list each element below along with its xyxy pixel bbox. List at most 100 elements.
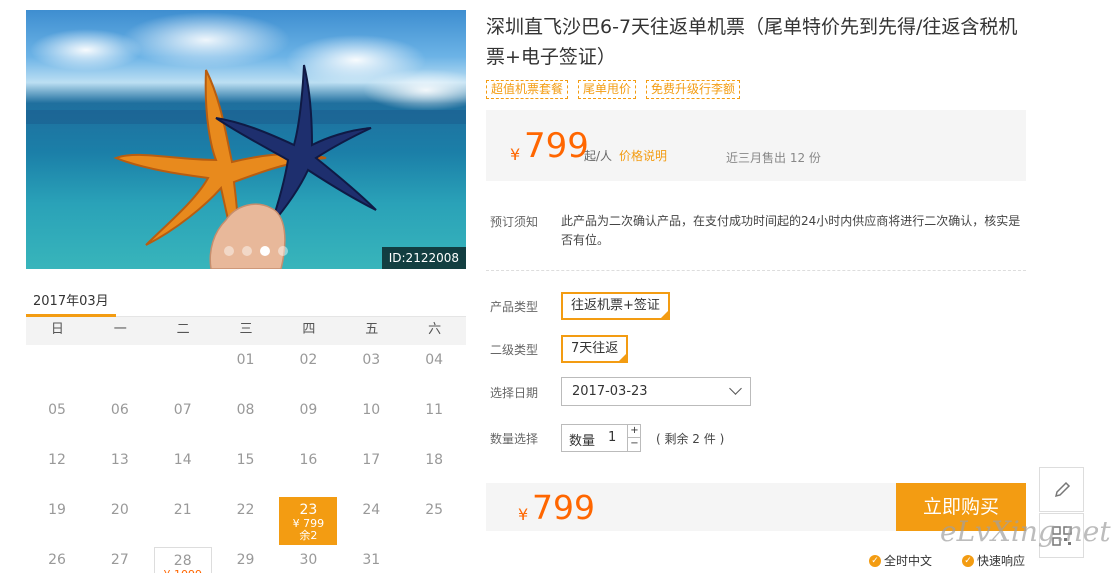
calendar-day[interactable]: 13 xyxy=(89,445,151,495)
calendar-day[interactable]: 08 xyxy=(215,395,277,445)
calendar-weekday-header: 日一二三四五六 xyxy=(26,317,466,345)
day-number: 01 xyxy=(236,352,255,368)
calendar-day[interactable]: 03 xyxy=(340,345,402,395)
subtype-option[interactable]: 7天往返 xyxy=(561,335,629,363)
product-tag: 尾单甩价 xyxy=(578,80,637,99)
stock-remaining: ( 剩余 2 件 ) xyxy=(656,432,725,446)
day-number: 30 xyxy=(299,552,318,568)
day-number: 07 xyxy=(173,402,192,418)
product-type-label: 产品类型 xyxy=(490,300,539,314)
price-box: ¥ 799 起/人 价格说明 近三月售出 12 份 xyxy=(486,110,1026,181)
starfish-illustration xyxy=(26,64,466,269)
calendar-day[interactable]: 15 xyxy=(215,445,277,495)
quantity-plus-button[interactable]: + xyxy=(627,425,641,438)
calendar-day-selected[interactable]: 23 ¥ 799 余2 xyxy=(279,497,338,545)
day-number: 10 xyxy=(362,402,381,418)
day-number: 11 xyxy=(425,402,444,418)
carousel-dot-active[interactable] xyxy=(260,246,270,256)
day-number: 17 xyxy=(362,452,381,468)
calendar-day[interactable]: 29 xyxy=(215,545,277,573)
day-number: 06 xyxy=(110,402,129,418)
product-title: 深圳直飞沙巴6-7天往返单机票（尾单特价先到先得/往返含税机票+电子签证） xyxy=(486,16,1018,68)
quantity-minus-button[interactable]: − xyxy=(627,438,641,451)
day-number: 05 xyxy=(48,402,66,418)
day-number: 03 xyxy=(362,352,381,368)
price-note-link[interactable]: 价格说明 xyxy=(619,147,667,164)
calendar-day[interactable]: 12 xyxy=(26,445,88,495)
total-price: 799 xyxy=(532,488,595,527)
calendar-day[interactable]: 25 xyxy=(403,495,465,545)
feature-label: 全时中文 xyxy=(884,554,933,568)
product-type-option[interactable]: 往返机票+签证 xyxy=(561,292,670,320)
selected-corner-icon xyxy=(619,354,627,361)
date-select[interactable]: 2017-03-23 xyxy=(561,377,751,406)
selected-corner-icon xyxy=(660,311,668,318)
weekday-label: 六 xyxy=(428,322,442,337)
site-watermark: eLvXing.net xyxy=(940,515,1111,548)
calendar-day[interactable]: 17 xyxy=(340,445,402,495)
pencil-icon xyxy=(1054,481,1070,497)
day-number: 16 xyxy=(299,452,318,468)
day-number: 24 xyxy=(362,502,381,518)
calendar-day[interactable]: 31 xyxy=(340,545,402,573)
quantity-value[interactable]: 1 xyxy=(608,430,616,445)
calendar-day[interactable]: 01 xyxy=(215,345,277,395)
carousel-dot[interactable] xyxy=(242,246,252,256)
subtype-label: 二级类型 xyxy=(490,343,539,357)
day-number: 18 xyxy=(425,452,444,468)
weekday-label: 五 xyxy=(365,322,379,337)
calendar-day[interactable]: 05 xyxy=(26,395,88,445)
calendar-day[interactable]: 30 xyxy=(277,545,339,573)
day-number: 31 xyxy=(362,552,381,568)
weekday-label: 二 xyxy=(176,322,190,337)
calendar-day[interactable]: 16 xyxy=(277,445,339,495)
calendar-day[interactable]: 19 xyxy=(26,495,88,545)
product-tags: 超值机票套餐 尾单甩价 免费升级行李额 xyxy=(486,80,741,99)
feature-chinese: ✓ 全时中文 xyxy=(869,552,932,569)
day-number: 02 xyxy=(299,352,318,368)
calendar-month[interactable]: 2017年03月 xyxy=(33,290,109,309)
day-number: 21 xyxy=(173,502,192,518)
calendar-day[interactable]: 02 xyxy=(277,345,339,395)
day-number: 25 xyxy=(425,502,444,518)
calendar-day[interactable]: 21 xyxy=(152,495,214,545)
section-divider xyxy=(486,270,1026,271)
check-icon: ✓ xyxy=(962,554,974,567)
calendar-day[interactable]: 07 xyxy=(152,395,214,445)
calendar-day[interactable]: 24 xyxy=(340,495,402,545)
quantity-label: 数量选择 xyxy=(490,432,539,446)
calendar-day[interactable]: 14 xyxy=(152,445,214,495)
calendar-day[interactable]: 06 xyxy=(89,395,151,445)
feature-fast-response: ✓ 快速响应 xyxy=(962,552,1025,569)
calendar-day[interactable]: 26 xyxy=(26,545,88,573)
calendar-day[interactable]: 20 xyxy=(89,495,151,545)
date-label: 选择日期 xyxy=(490,386,539,400)
date-value: 2017-03-23 xyxy=(572,384,648,399)
hand xyxy=(209,203,286,269)
product-type-value: 往返机票+签证 xyxy=(571,298,660,313)
carousel-dots xyxy=(224,246,288,256)
carousel-dot[interactable] xyxy=(278,246,288,256)
calendar-day[interactable]: 22 xyxy=(215,495,277,545)
calendar-day[interactable]: 11 xyxy=(403,395,465,445)
day-number: 23 xyxy=(299,502,318,518)
day-number: 14 xyxy=(173,452,192,468)
blue-starfish xyxy=(215,64,377,226)
calendar-day[interactable]: 28¥ 1099 xyxy=(153,547,212,573)
calendar-day[interactable]: 04 xyxy=(403,345,465,395)
price-unit: 起/人 xyxy=(584,149,613,163)
calendar-day[interactable]: 09 xyxy=(277,395,339,445)
notice-text: 此产品为二次确认产品，在支付成功时间起的24小时内供应商将进行二次确认，核实是否… xyxy=(561,214,1021,247)
edit-tool-button[interactable] xyxy=(1039,467,1084,512)
product-id-badge: ID:2122008 xyxy=(381,247,466,269)
carousel-dot[interactable] xyxy=(224,246,234,256)
product-image[interactable]: ID:2122008 xyxy=(26,10,466,269)
calendar-day[interactable]: 18 xyxy=(403,445,465,495)
total-currency: ¥ xyxy=(518,505,529,524)
day-number: 19 xyxy=(48,502,66,518)
quantity-stepper: 数量 1 + − xyxy=(561,424,641,452)
day-number: 26 xyxy=(48,552,66,568)
calendar-day[interactable]: 10 xyxy=(340,395,402,445)
notice-label: 预订须知 xyxy=(490,215,539,229)
calendar-day[interactable]: 27 xyxy=(89,545,151,573)
